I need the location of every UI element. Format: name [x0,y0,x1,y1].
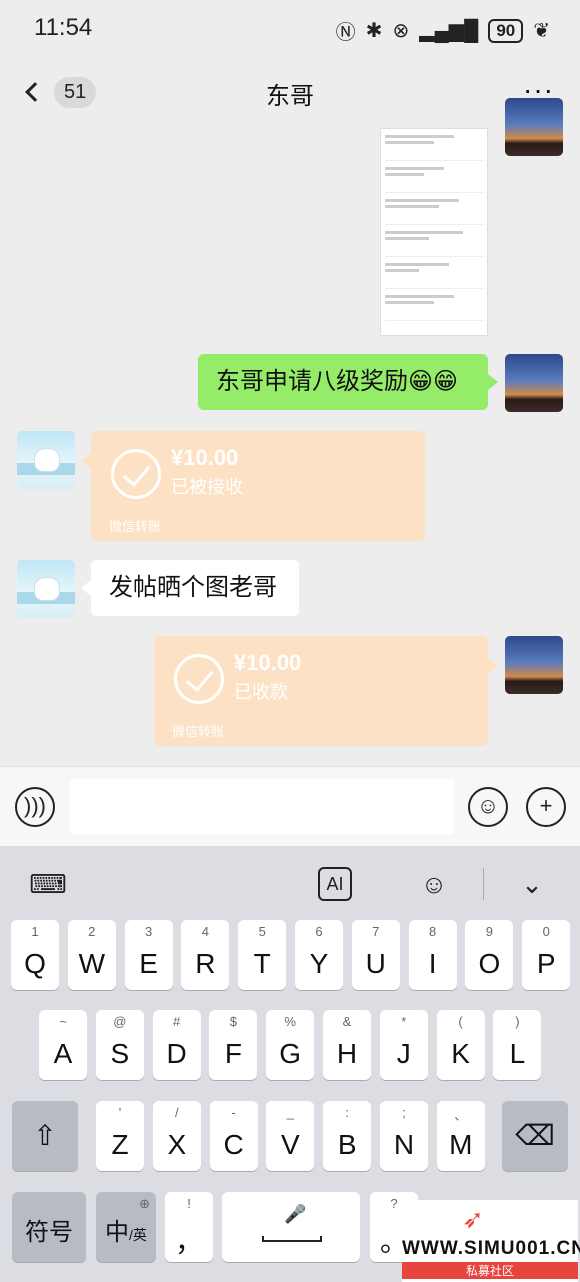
key-s[interactable]: @ S [95,1010,144,1080]
key-l[interactable]: ) L [493,1010,542,1080]
plus-icon[interactable]: + [526,787,566,827]
status-time: 11:54 [34,14,93,41]
key-m[interactable]: 、 M [436,1101,485,1171]
backspace-icon: ⌫ [515,1120,555,1151]
key-d[interactable]: # D [152,1010,201,1080]
key-e[interactable]: 3E [124,920,173,990]
key-b[interactable]: :B [323,1101,372,1171]
emoji-keyboard-icon[interactable]: ☺ [414,864,454,904]
transfer-status: 已收款 [234,682,288,702]
leaf-icon: ❦ [533,20,550,42]
keyboard-settings-icon[interactable]: ⌨ [28,864,68,904]
key-p[interactable]: 0P [522,920,571,990]
my-avatar[interactable] [505,354,563,412]
key-q[interactable]: 1Q [11,920,59,990]
transfer-label: 微信转账 [109,519,162,534]
emoji-icon[interactable]: ☺ [468,787,508,827]
watermark-logo-icon: ➶ [462,1204,484,1234]
key-t[interactable]: 5T [238,920,287,990]
key-j[interactable]: * J [379,1010,428,1080]
transfer-amount: ¥10.00 [171,445,239,470]
key-w[interactable]: 2W [67,920,116,990]
transfer-message[interactable]: ¥10.00 已被接收 微信转账 [81,431,425,541]
message-input[interactable] [70,779,454,835]
voice-icon[interactable]: ))) [15,787,55,827]
shift-key[interactable]: ⇧ [12,1101,78,1171]
status-bar: 11:54 Ⓝ ✱ ⊗ ▂▄▆█ 90 ❦ [0,0,580,60]
battery-indicator: 90 [488,18,524,43]
nfc-icon: Ⓝ [335,22,356,44]
contact-text-message[interactable]: 发帖晒个图老哥 [81,560,299,616]
key-i[interactable]: 8I [408,920,457,990]
transfer-message[interactable]: ¥10.00 已收款 微信转账 [154,636,498,746]
my-avatar[interactable] [505,636,563,694]
shift-icon: ⇧ [33,1120,57,1151]
chat-header: 51 东哥 ··· [0,60,580,126]
comma-key[interactable]: ! ， [165,1192,213,1262]
symbols-key[interactable]: 符号 [12,1192,86,1262]
status-icons: Ⓝ ✱ ⊗ ▂▄▆█ 90 ❦ [336,16,550,45]
key-a[interactable]: ~ A [39,1010,87,1080]
globe-icon: ⊕ [139,1196,150,1211]
space-key[interactable]: 🎤 [222,1192,360,1262]
image-message[interactable] [380,128,488,336]
signal-icon: ▂▄▆█ [419,20,479,42]
key-x[interactable]: / X [152,1101,201,1171]
key-y[interactable]: 6Y [295,920,343,990]
key-k[interactable]: (K [436,1010,485,1080]
key-n[interactable]: ; N [380,1101,428,1171]
watermark: ➶ WWW.SIMU001.CN 私募社区 [402,1200,580,1282]
transfer-label: 微信转账 [172,724,225,739]
ai-writing-icon[interactable]: AI [318,867,352,901]
key-h[interactable]: & H [323,1010,371,1080]
check-circle-icon [174,654,224,704]
chat-title: 东哥 [266,83,314,110]
backspace-key[interactable]: ⌫ [502,1101,568,1171]
check-circle-icon [111,449,161,499]
collapse-keyboard-icon[interactable]: ⌄ [512,864,552,904]
key-o[interactable]: 9O [465,920,514,990]
watermark-site: WWW.SIMU001.CN [402,1238,580,1259]
contact-avatar[interactable] [17,431,75,489]
more-options-icon[interactable]: ··· [523,76,554,104]
input-bar: ))) ☺ + [0,766,580,846]
microphone-icon: 🎤 [284,1204,307,1224]
key-c[interactable]: -C [209,1101,258,1171]
transfer-amount: ¥10.00 [234,650,302,675]
contact-avatar[interactable] [17,560,75,618]
key-z[interactable]: ' Z [96,1101,144,1171]
key-r[interactable]: 4R [181,920,230,990]
bluetooth-icon: ✱ [365,20,383,42]
dnd-icon: ⊗ [392,20,410,42]
transfer-status: 已被接收 [171,477,243,497]
language-switch-key[interactable]: ⊕ 中/英 [96,1192,156,1262]
my-avatar[interactable] [505,98,563,156]
my-text-message[interactable]: 东哥申请八级奖励😁😁 [198,354,498,410]
key-u[interactable]: 7U [351,920,400,990]
key-g[interactable]: % G [266,1010,315,1080]
key-f[interactable]: $ F [209,1010,258,1080]
key-v[interactable]: _ V [266,1101,315,1171]
watermark-name: 私募社区 [402,1262,578,1279]
